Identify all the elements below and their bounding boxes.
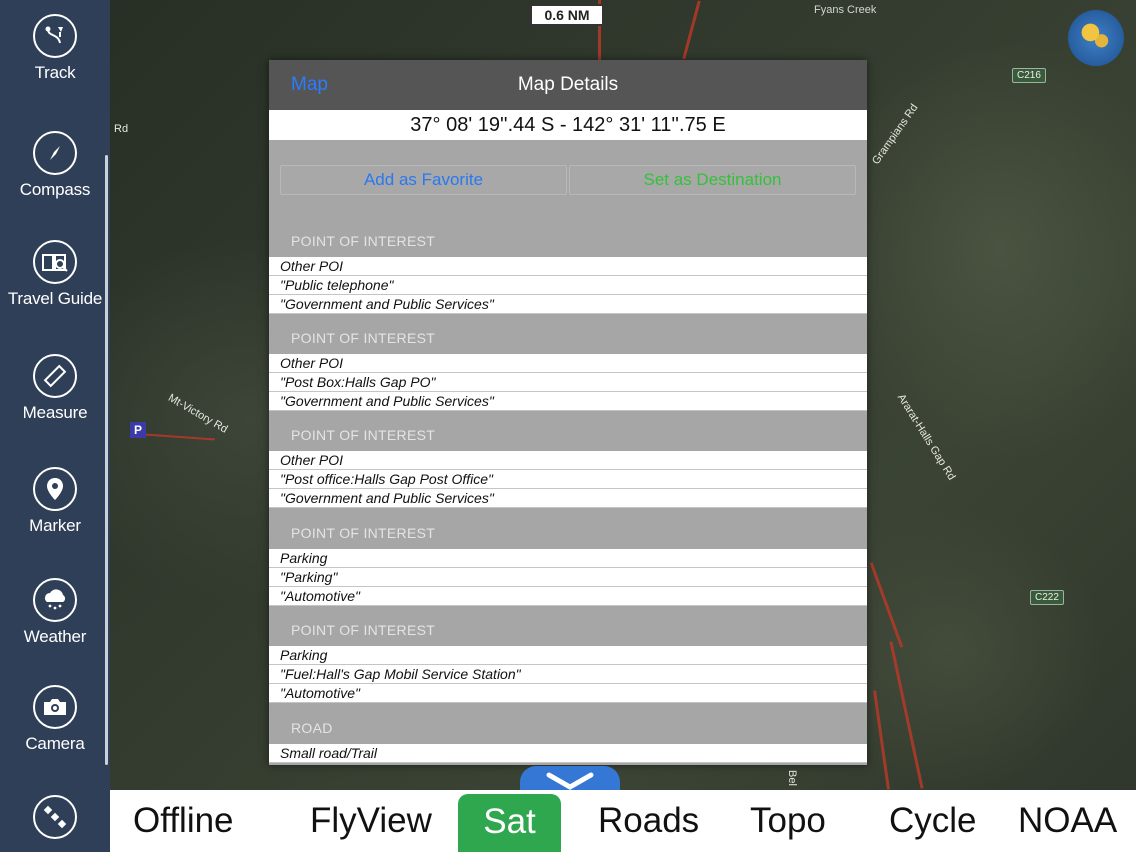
sidebar-item-measure[interactable]: Measure [0, 354, 110, 423]
sidebar-item-label: Weather [23, 627, 87, 646]
list-item[interactable]: Parking [269, 646, 867, 665]
list-item[interactable]: Other POI [269, 354, 867, 373]
sidebar-item-label: Compass [19, 180, 91, 199]
sidebar-item-track[interactable]: Track [0, 14, 110, 83]
list-item[interactable]: "Post Box:Halls Gap PO" [269, 373, 867, 392]
map-type-flyview[interactable]: FlyView [310, 790, 432, 852]
sidebar-item-label: Marker [29, 516, 81, 535]
sidebar-item-marker[interactable]: Marker [0, 467, 110, 536]
map-type-offline[interactable]: Offline [133, 790, 234, 852]
sidebar-item-label: Track [34, 63, 76, 82]
camera-icon [33, 685, 77, 729]
dialog-title: Map Details [517, 74, 619, 95]
map-type-bar: Offline FlyView Sat Roads Topo Cycle NOA… [110, 790, 1136, 852]
set-destination-button[interactable]: Set as Destination [569, 165, 856, 195]
section-header: POINT OF INTEREST [291, 622, 436, 638]
sidebar-item-label: Camera [25, 734, 85, 753]
add-favorite-button[interactable]: Add as Favorite [280, 165, 567, 195]
map-details-dialog: Map Map Details 37° 08' 19''.44 S - 142°… [269, 60, 867, 765]
travel-guide-icon [33, 240, 77, 284]
map-type-cycle[interactable]: Cycle [889, 790, 977, 852]
sidebar-item-camera[interactable]: Camera [0, 685, 110, 754]
road-shield-c222: C222 [1030, 590, 1064, 605]
map-label-grampians-rd: Grampians Rd [870, 101, 921, 167]
map-type-topo[interactable]: Topo [750, 790, 826, 852]
list-item[interactable]: "Automotive" [269, 684, 867, 703]
sidebar-item-label: Travel Guide [7, 289, 103, 308]
list-item[interactable]: Other POI [269, 451, 867, 470]
list-item[interactable]: Other POI [269, 257, 867, 276]
sidebar-item-label: Measure [22, 403, 88, 422]
section-header: ROAD [291, 720, 333, 736]
section-header: POINT OF INTEREST [291, 525, 436, 541]
chevron-down-icon [546, 772, 594, 790]
sidebar-item-travel-guide[interactable]: Travel Guide [0, 240, 110, 309]
map-type-sat[interactable]: Sat [458, 794, 561, 852]
sidebar-item-weather[interactable]: Weather [0, 578, 110, 647]
track-icon [33, 14, 77, 58]
map-type-noaa[interactable]: NOAA [1018, 790, 1117, 852]
map-label-mt-victory-rd: Mt-Victory Rd [166, 392, 230, 436]
map-label-rd: Rd [114, 123, 129, 135]
compass-icon [33, 131, 77, 175]
section-header: POINT OF INTEREST [291, 233, 436, 249]
map-label-fyans-creek: Fyans Creek [814, 4, 877, 16]
map-type-roads[interactable]: Roads [598, 790, 699, 852]
weather-cloud-icon [33, 578, 77, 622]
parking-marker-icon[interactable]: P [130, 422, 146, 438]
coordinates-readout: 37° 08' 19''.44 S - 142° 31' 11''.75 E [269, 110, 867, 140]
list-item[interactable]: "Parking" [269, 568, 867, 587]
ruler-icon [33, 354, 77, 398]
globe-icon[interactable] [1068, 10, 1124, 66]
road-shield-c216: C216 [1012, 68, 1046, 83]
marker-pin-icon [33, 467, 77, 511]
sidebar-item-compass[interactable]: Compass [0, 131, 110, 200]
list-item[interactable]: Small road/Trail [269, 744, 867, 763]
list-item[interactable]: "Fuel:Hall's Gap Mobil Service Station" [269, 665, 867, 684]
map-label-bel: Bel [786, 770, 798, 786]
map-scale: 0.6 NM [530, 4, 604, 26]
sidebar-item-satellite[interactable] [0, 795, 110, 839]
map-label-ararat-halls-gap-rd: Ararat-Halls Gap Rd [894, 392, 958, 483]
section-header: POINT OF INTEREST [291, 427, 436, 443]
list-item[interactable]: "Post office:Halls Gap Post Office" [269, 470, 867, 489]
satellite-icon [33, 795, 77, 839]
sidebar: Track Compass Travel Guide Measure Marke… [0, 0, 110, 852]
list-item[interactable]: Parking [269, 549, 867, 568]
list-item[interactable]: "Public telephone" [269, 276, 867, 295]
list-item[interactable]: "Government and Public Services" [269, 489, 867, 508]
section-header: POINT OF INTEREST [291, 330, 436, 346]
dialog-header: Map Map Details [269, 60, 867, 110]
